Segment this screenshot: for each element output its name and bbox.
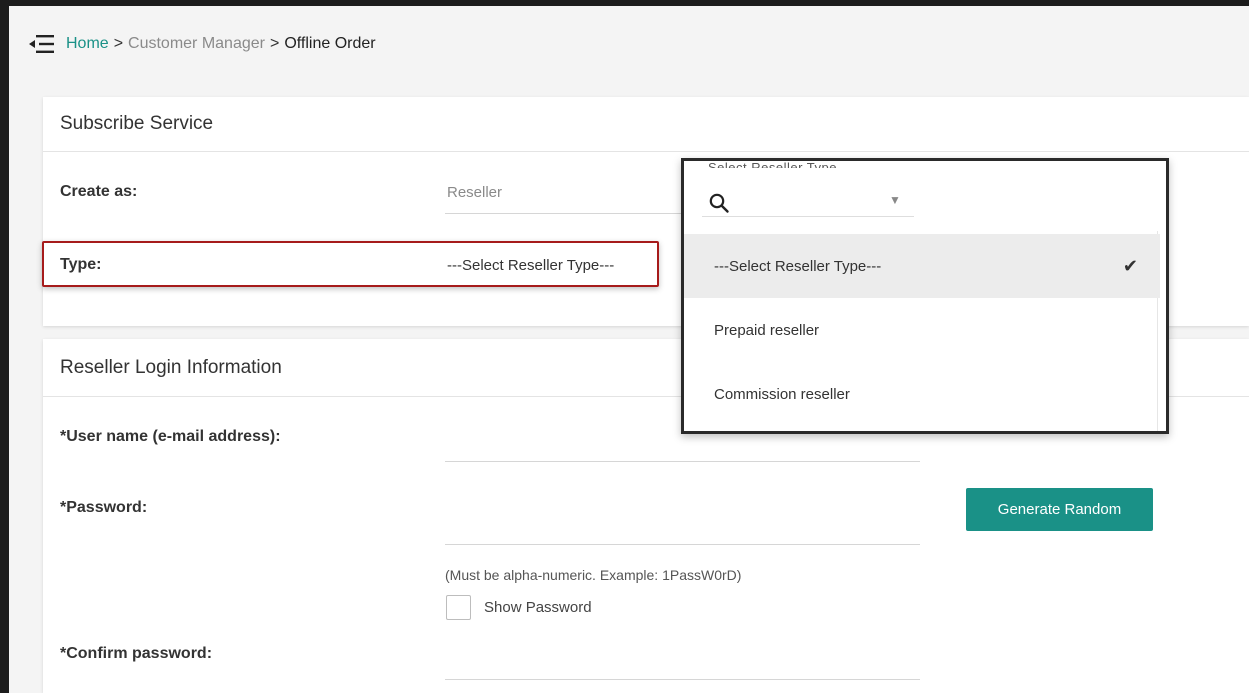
- search-icon[interactable]: [708, 192, 730, 214]
- breadcrumb-separator: >: [113, 35, 124, 52]
- show-password-label[interactable]: Show Password: [484, 599, 592, 616]
- password-label: *Password:: [60, 499, 148, 516]
- password-input[interactable]: [445, 544, 920, 545]
- generate-random-button[interactable]: Generate Random: [966, 488, 1153, 531]
- dropdown-option-commission[interactable]: Commission reseller: [684, 362, 1160, 426]
- breadcrumb-current: Offline Order: [284, 35, 376, 52]
- dropdown-search-input[interactable]: [702, 216, 914, 217]
- window-frame-left: [0, 0, 9, 693]
- breadcrumb-home[interactable]: Home: [66, 35, 109, 53]
- show-password-checkbox[interactable]: [446, 595, 471, 620]
- subscribe-service-title: Subscribe Service: [60, 113, 214, 134]
- dropdown-option-select-type[interactable]: ---Select Reseller Type--- ✔: [684, 234, 1160, 298]
- username-label: *User name (e-mail address):: [60, 428, 281, 445]
- reseller-type-dropdown[interactable]: Select Reseller Type ▼ ---Select Reselle…: [681, 158, 1169, 434]
- create-as-underline: [445, 213, 685, 214]
- checkmark-icon: ✔: [1122, 256, 1138, 276]
- caret-down-icon[interactable]: ▼: [889, 193, 901, 207]
- reseller-login-title: Reseller Login Information: [60, 357, 282, 378]
- card-divider: [43, 151, 1249, 152]
- create-as-value: Reseller: [447, 184, 503, 201]
- password-hint: (Must be alpha-numeric. Example: 1PassW0…: [445, 567, 742, 583]
- create-as-label: Create as:: [60, 183, 138, 200]
- breadcrumb-customer-manager[interactable]: Customer Manager: [128, 35, 265, 53]
- breadcrumb: Home > Customer Manager > Offline Order: [28, 30, 376, 58]
- username-input[interactable]: [445, 461, 920, 462]
- confirm-password-input[interactable]: [445, 679, 920, 680]
- breadcrumb-separator: >: [269, 35, 280, 52]
- dropdown-option-label: Prepaid reseller: [714, 321, 820, 339]
- dropdown-option-label: ---Select Reseller Type---: [714, 257, 882, 275]
- dropdown-option-label: Commission reseller: [714, 385, 850, 403]
- confirm-password-label: *Confirm password:: [60, 645, 213, 662]
- type-row-highlight: [42, 241, 659, 287]
- dropdown-option-prepaid[interactable]: Prepaid reseller: [684, 298, 1160, 362]
- dropdown-header-label: Select Reseller Type: [708, 160, 837, 168]
- collapse-menu-icon[interactable]: [28, 33, 56, 55]
